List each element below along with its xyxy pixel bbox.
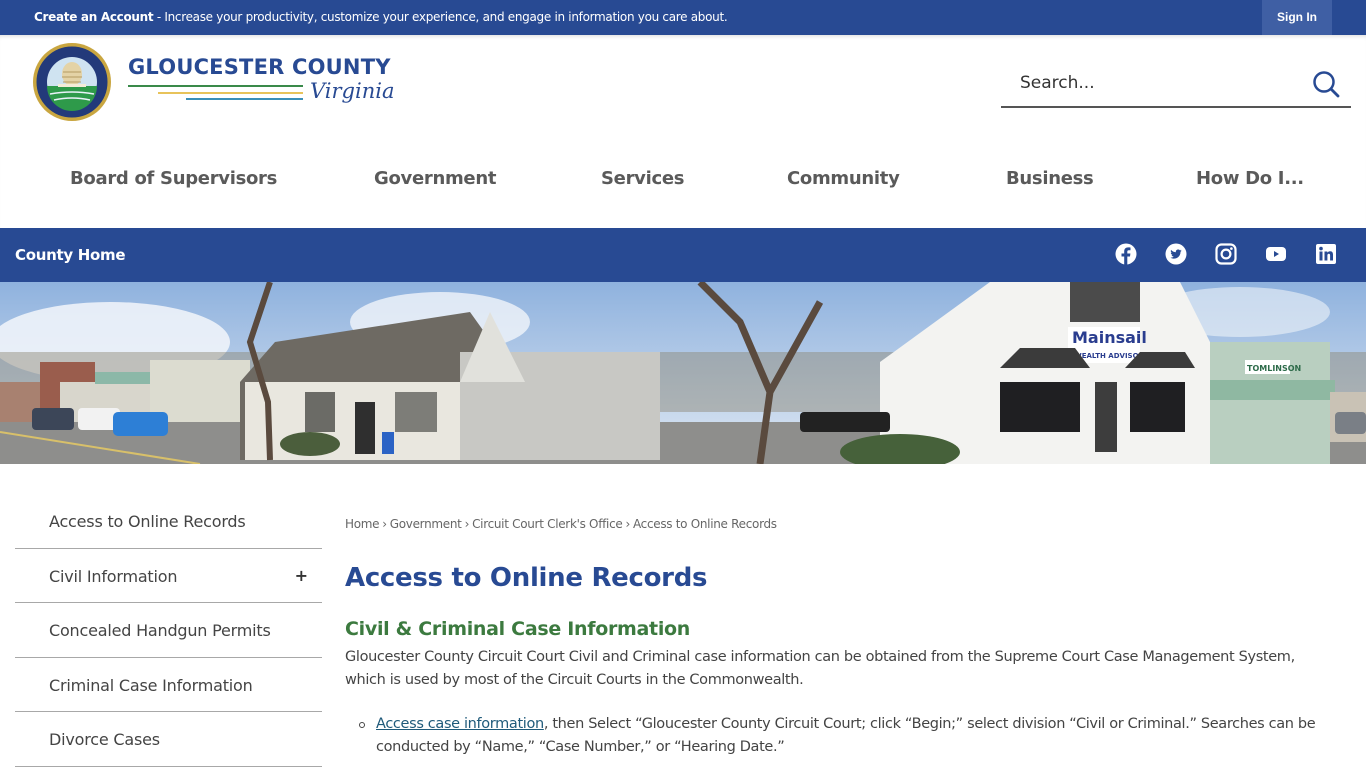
search-box (1001, 61, 1351, 108)
section-title: Civil & Criminal Case Information (345, 618, 691, 640)
instagram-icon[interactable] (1215, 243, 1237, 265)
sidebar-item-label: Concealed Handgun Permits (49, 621, 271, 640)
create-account-message: Create an Account - Increase your produc… (34, 0, 728, 35)
expand-plus-icon[interactable]: + (295, 549, 308, 603)
access-case-information-link[interactable]: Access case information (376, 716, 544, 732)
sidebar-item-concealed-handgun-permits[interactable]: Concealed Handgun Permits (15, 603, 322, 658)
sidebar-item-access-to-online-records[interactable]: Access to Online Records (15, 494, 322, 549)
banner-image: Mainsail WEALTH ADVISORS TOMLINSON (0, 282, 1366, 464)
logo-subtitle: Virginia (310, 79, 395, 103)
breadcrumb-circuit-court-clerks-office[interactable]: Circuit Court Clerk's Office (472, 517, 623, 531)
sidebar-navigation: Access to Online Records Civil Informati… (15, 494, 322, 767)
county-home-link[interactable]: County Home (15, 228, 126, 282)
page-title: Access to Online Records (345, 563, 708, 593)
sidebar-item-label: Divorce Cases (49, 730, 160, 749)
logo-decorative-lines (128, 83, 308, 103)
sidebar-item-divorce-cases[interactable]: Divorce Cases (15, 712, 322, 767)
nav-community[interactable]: Community (787, 155, 900, 203)
breadcrumb-home[interactable]: Home (345, 517, 380, 531)
sidebar-item-label: Civil Information (49, 566, 178, 586)
search-input[interactable] (1001, 61, 1301, 105)
sidebar-item-criminal-case-information[interactable]: Criminal Case Information (15, 658, 322, 712)
breadcrumb-current: Access to Online Records (632, 517, 777, 531)
nav-government[interactable]: Government (374, 155, 496, 203)
nav-business[interactable]: Business (1006, 155, 1094, 203)
breadcrumb-separator: › (382, 517, 387, 531)
facebook-icon[interactable] (1115, 243, 1137, 265)
secondary-bar: County Home (0, 228, 1366, 282)
banner-sign-tomlinson: TOMLINSON (1247, 364, 1301, 373)
sidebar-item-civil-information[interactable]: Civil Information + (15, 549, 322, 603)
intro-paragraph: Gloucester County Circuit Court Civil an… (345, 649, 1295, 688)
breadcrumb: Home › Government › Circuit Court Clerk's Of… (345, 517, 777, 531)
breadcrumb-separator: › (625, 517, 630, 531)
sign-in-button[interactable]: Sign In (1262, 0, 1332, 35)
bullet-icon (359, 722, 365, 728)
breadcrumb-government[interactable]: Government (390, 517, 462, 531)
create-account-description: - Increase your productivity, customize … (153, 10, 728, 24)
search-icon[interactable] (1311, 69, 1341, 99)
top-utility-bar: Create an Account - Increase your produc… (0, 0, 1366, 35)
sidebar-item-label: Access to Online Records (49, 512, 246, 531)
site-header: GLOUCESTER COUNTY Virginia Board of Supe… (0, 35, 1366, 228)
nav-services[interactable]: Services (601, 155, 684, 203)
create-account-link[interactable]: Create an Account (34, 10, 154, 24)
breadcrumb-separator: › (464, 517, 470, 531)
nav-board-of-supervisors[interactable]: Board of Supervisors (70, 155, 277, 203)
twitter-icon[interactable] (1165, 243, 1187, 265)
county-seal-logo[interactable] (32, 42, 112, 122)
linkedin-icon[interactable] (1315, 243, 1337, 265)
main-navigation: Board of Supervisors Government Services… (0, 155, 1366, 203)
nav-how-do-i[interactable]: How Do I... (1196, 155, 1304, 203)
youtube-icon[interactable] (1265, 243, 1287, 265)
sidebar-item-label: Criminal Case Information (49, 675, 253, 695)
list-item: Access case information, then Select “Gl… (359, 713, 1336, 759)
street-scene-illustration: Mainsail WEALTH ADVISORS TOMLINSON (0, 282, 1366, 464)
banner-sign-mainsail: Mainsail (1072, 328, 1147, 347)
logo-title[interactable]: GLOUCESTER COUNTY (128, 55, 391, 79)
